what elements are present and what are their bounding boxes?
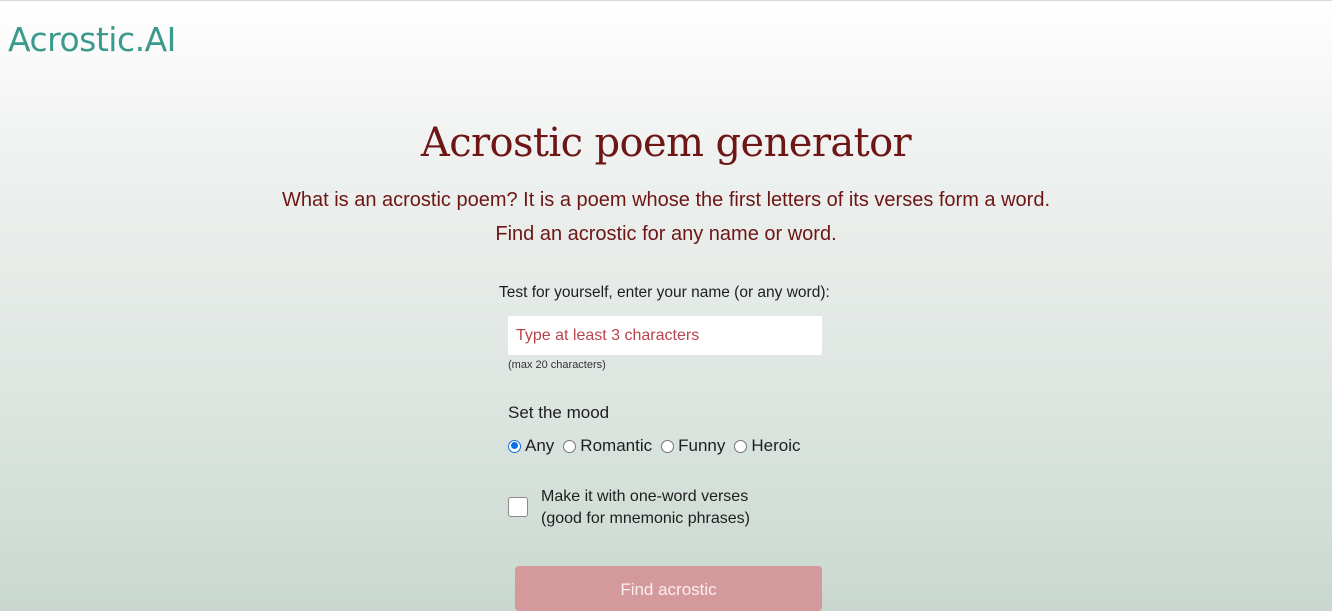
- one-word-verses-label-line2: (good for mnemonic phrases): [541, 510, 750, 527]
- one-word-verses-option[interactable]: Make it with one-word verses (good for m…: [508, 486, 750, 530]
- mood-option-label: Romantic: [580, 436, 653, 455]
- top-border: [0, 0, 1332, 1]
- mood-option-any[interactable]: Any: [508, 435, 554, 457]
- one-word-verses-label: Make it with one-word verses (good for m…: [541, 486, 750, 530]
- mood-option-funny[interactable]: Funny: [661, 435, 725, 457]
- mood-option-romantic[interactable]: Romantic: [563, 435, 652, 457]
- mood-option-label: Funny: [678, 436, 726, 455]
- radio-unselected-icon[interactable]: [563, 439, 577, 453]
- radio-unselected-icon[interactable]: [661, 439, 675, 453]
- mood-option-label: Heroic: [751, 436, 801, 455]
- mood-label: Set the mood: [508, 403, 610, 422]
- name-input-label: Test for yourself, enter your name (or a…: [499, 284, 830, 301]
- one-word-verses-checkbox[interactable]: [508, 497, 528, 517]
- page-subtitle-tagline: Find an acrostic for any name or word.: [495, 223, 837, 245]
- logo[interactable]: Acrostic.AI: [8, 17, 176, 63]
- one-word-verses-label-line1: Make it with one-word verses: [541, 488, 749, 505]
- radio-selected-icon[interactable]: [508, 439, 521, 453]
- page-title: Acrostic poem generator: [420, 120, 912, 166]
- find-acrostic-button[interactable]: Find acrostic: [515, 566, 822, 611]
- radio-unselected-icon[interactable]: [734, 439, 748, 453]
- mood-option-heroic[interactable]: Heroic: [734, 435, 800, 457]
- name-input[interactable]: [508, 316, 822, 355]
- mood-option-label: Any: [525, 436, 555, 455]
- max-characters-hint: (max 20 characters): [508, 359, 606, 371]
- page-subtitle-definition: What is an acrostic poem? It is a poem w…: [281, 189, 1051, 211]
- mood-radio-group: Any Romantic Funny Heroic: [508, 435, 809, 457]
